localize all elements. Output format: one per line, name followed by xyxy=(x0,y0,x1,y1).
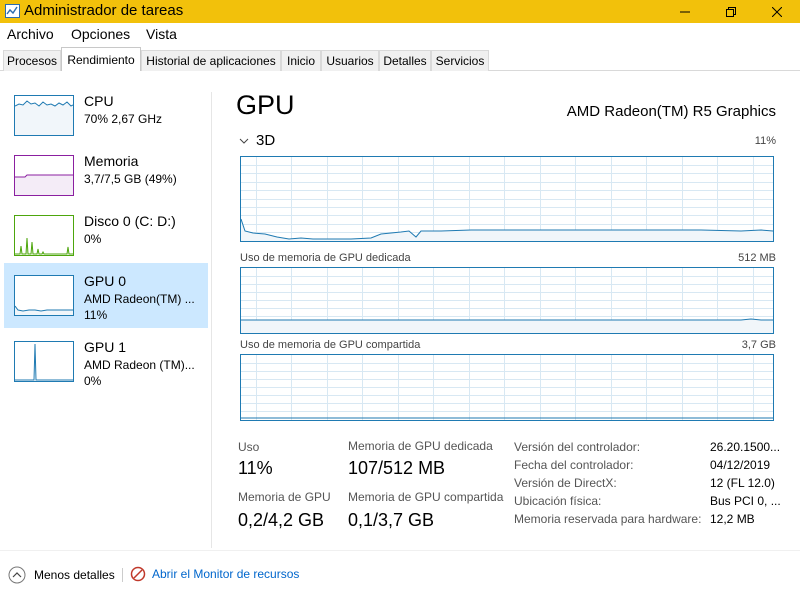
tab-servicios[interactable]: Servicios xyxy=(431,50,489,71)
resource-monitor-icon xyxy=(130,566,146,582)
close-button[interactable] xyxy=(754,0,800,23)
engine-label: 3D xyxy=(256,132,276,149)
usage-value: 11% xyxy=(238,458,273,478)
sidebar-item-detail: AMD Radeon(TM) ... xyxy=(84,292,195,306)
gpu-detail-panel: GPU AMD Radeon(TM) R5 Graphics 3D 11% Us… xyxy=(212,72,800,550)
driver-date-label: Fecha del controlador: xyxy=(514,458,634,472)
reserved-memory-value: 12,2 MB xyxy=(710,512,755,526)
page-title: GPU xyxy=(236,90,295,120)
bottom-divider xyxy=(122,568,123,582)
sidebar-item-detail: AMD Radeon (TM)... xyxy=(84,358,195,372)
fewer-details-label: Menos detalles xyxy=(34,568,115,582)
menu-archivo[interactable]: Archivo xyxy=(7,26,54,42)
directx-version-value: 12 (FL 12.0) xyxy=(710,476,775,490)
sidebar-item-detail: 70% 2,67 GHz xyxy=(84,112,163,126)
sidebar-item-label: CPU xyxy=(84,93,114,109)
restore-button[interactable] xyxy=(708,0,754,23)
shared-memory-label: Uso de memoria de GPU compartida xyxy=(240,339,421,351)
menu-vista[interactable]: Vista xyxy=(146,26,177,42)
tab-historial[interactable]: Historial de aplicaciones xyxy=(141,50,281,71)
shared-mem-value: 0,1/3,7 GB xyxy=(348,510,435,530)
disk-mini-graph xyxy=(14,215,74,256)
close-icon xyxy=(772,6,782,17)
cpu-mini-graph xyxy=(14,95,74,136)
window-title: Administrador de tareas xyxy=(24,2,184,19)
driver-version-value: 26.20.1500... xyxy=(710,440,781,454)
sidebar-item-gpu1[interactable]: GPU 1 AMD Radeon (TM)... 0% xyxy=(4,329,208,394)
dedicated-memory-graph xyxy=(240,267,774,334)
driver-version-label: Versión del controlador: xyxy=(514,440,641,454)
minimize-icon xyxy=(680,11,690,12)
bottom-separator xyxy=(0,550,800,551)
sidebar-item-label: Memoria xyxy=(84,153,139,169)
gpu-mem-value: 0,2/4,2 GB xyxy=(238,510,325,530)
memory-mini-graph xyxy=(14,155,74,196)
fewer-details-button[interactable]: Menos detalles xyxy=(8,566,115,584)
resource-monitor-label: Abrir el Monitor de recursos xyxy=(152,567,300,581)
task-manager-icon xyxy=(5,4,20,18)
tab-detalles[interactable]: Detalles xyxy=(379,50,431,71)
tab-rendimiento[interactable]: Rendimiento xyxy=(61,47,141,71)
shared-memory-max: 3,7 GB xyxy=(741,339,776,351)
dedicated-memory-max: 512 MB xyxy=(738,252,776,264)
shared-memory-graph xyxy=(240,354,774,421)
sidebar-item-memoria[interactable]: Memoria 3,7/7,5 GB (49%) xyxy=(4,143,208,208)
bottom-bar: Menos detalles Abrir el Monitor de recur… xyxy=(0,550,800,600)
title-bar: Administrador de tareas xyxy=(0,0,800,23)
sidebar-item-usage: 0% xyxy=(84,374,102,388)
sidebar-item-label: GPU 1 xyxy=(84,339,127,355)
sidebar-item-label: GPU 0 xyxy=(84,273,127,289)
usage-label: Uso xyxy=(238,440,260,454)
sidebar-item-detail: 3,7/7,5 GB (49%) xyxy=(84,172,177,186)
shared-mem-label: Memoria de GPU compartida xyxy=(348,490,504,504)
gpu0-mini-graph xyxy=(14,275,74,316)
engine-selector[interactable]: 3D xyxy=(238,132,275,149)
tab-procesos[interactable]: Procesos xyxy=(3,50,61,71)
performance-sidebar: CPU 70% 2,67 GHz Memoria 3,7/7,5 GB (49%… xyxy=(0,72,212,550)
dedicated-mem-label: Memoria de GPU dedicada xyxy=(348,439,493,453)
sidebar-item-cpu[interactable]: CPU 70% 2,67 GHz xyxy=(4,83,208,148)
physical-location-value: Bus PCI 0, ... xyxy=(710,494,781,508)
gpu-model-name: AMD Radeon(TM) R5 Graphics xyxy=(566,103,776,120)
physical-location-label: Ubicación física: xyxy=(514,494,602,508)
sidebar-item-disco[interactable]: Disco 0 (C: D:) 0% xyxy=(4,203,208,268)
engine-percent: 11% xyxy=(754,135,776,147)
minimize-button[interactable] xyxy=(662,0,708,23)
chevron-down-icon xyxy=(239,138,249,144)
reserved-memory-label: Memoria reservada para hardware: xyxy=(514,512,702,526)
gpu-3d-graph xyxy=(240,156,774,242)
sidebar-item-detail: 0% xyxy=(84,232,102,246)
dedicated-memory-label: Uso de memoria de GPU dedicada xyxy=(240,252,411,264)
directx-version-label: Versión de DirectX: xyxy=(514,476,617,490)
tab-inicio[interactable]: Inicio xyxy=(281,50,321,71)
sidebar-item-usage: 11% xyxy=(84,308,108,322)
tab-strip: Procesos Rendimiento Historial de aplica… xyxy=(0,46,800,71)
restore-icon xyxy=(726,6,736,17)
sidebar-item-label: Disco 0 (C: D:) xyxy=(84,213,176,229)
sidebar-item-gpu0[interactable]: GPU 0 AMD Radeon(TM) ... 11% xyxy=(4,263,208,328)
chevron-up-icon xyxy=(8,566,26,584)
gpu-mem-label: Memoria de GPU xyxy=(238,490,331,504)
tab-usuarios[interactable]: Usuarios xyxy=(321,50,379,71)
dedicated-mem-value: 107/512 MB xyxy=(348,458,446,478)
menu-bar: Archivo Opciones Vista xyxy=(0,23,800,46)
gpu1-mini-graph xyxy=(14,341,74,382)
menu-opciones[interactable]: Opciones xyxy=(71,26,130,42)
driver-date-value: 04/12/2019 xyxy=(710,458,771,472)
resource-monitor-link[interactable]: Abrir el Monitor de recursos xyxy=(130,566,299,582)
